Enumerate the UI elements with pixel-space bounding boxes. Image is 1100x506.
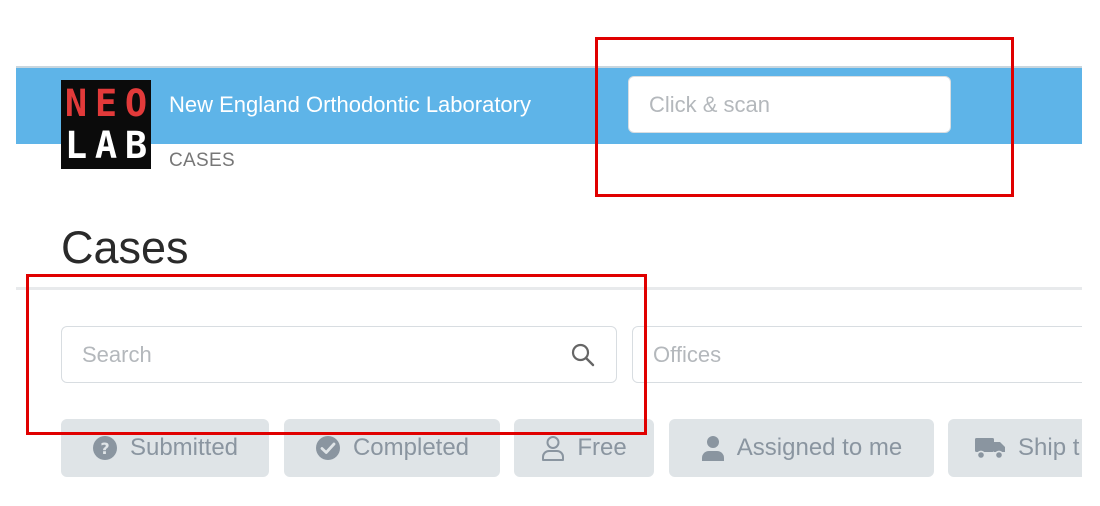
question-circle-icon: ? [92, 436, 117, 460]
filter-chip-free[interactable]: Free [514, 419, 654, 477]
logo-text-bottom: LAB [61, 126, 151, 166]
search-field[interactable] [61, 326, 617, 383]
logo-text-top: NEO [61, 84, 151, 124]
filter-chip-assigned-to-me[interactable]: Assigned to me [669, 419, 934, 477]
chip-label: Completed [352, 434, 470, 461]
filter-chip-completed[interactable]: Completed [284, 419, 500, 477]
page-title: Cases [61, 222, 189, 273]
chip-label: Assigned to me [736, 434, 903, 461]
logo-letter-bottom: A [94, 124, 118, 167]
check-circle-icon [315, 436, 340, 460]
chip-label: Free [577, 434, 627, 461]
breadcrumb[interactable]: CASES [169, 150, 235, 172]
logo-letter-top: E [94, 82, 118, 125]
scan-input[interactable] [628, 76, 951, 133]
logo-letter-top: O [124, 82, 148, 125]
user-solid-icon [701, 436, 724, 461]
neolab-logo[interactable]: NEO LAB [61, 80, 151, 169]
logo-letter-bottom: L [64, 124, 88, 167]
offices-select[interactable]: Offices [632, 326, 1082, 383]
chip-label: Ship t [1018, 434, 1080, 461]
logo-letter-top: N [64, 82, 88, 125]
search-input[interactable] [62, 327, 562, 382]
lab-name: New England Orthodontic Laboratory [169, 92, 531, 117]
chip-label: Submitted [129, 434, 239, 461]
divider [16, 287, 1082, 290]
shipping-truck-icon [975, 438, 1005, 460]
filter-chip-submitted[interactable]: ? Submitted [61, 419, 269, 477]
app-window: NEO LAB New England Orthodontic Laborato… [16, 0, 1082, 506]
user-outline-icon [542, 436, 565, 461]
svg-text:?: ? [100, 439, 109, 458]
offices-placeholder: Offices [653, 342, 722, 367]
search-icon[interactable] [570, 342, 596, 368]
logo-letter-bottom: B [124, 124, 148, 167]
filter-chip-ship[interactable]: Ship t [948, 419, 1082, 477]
